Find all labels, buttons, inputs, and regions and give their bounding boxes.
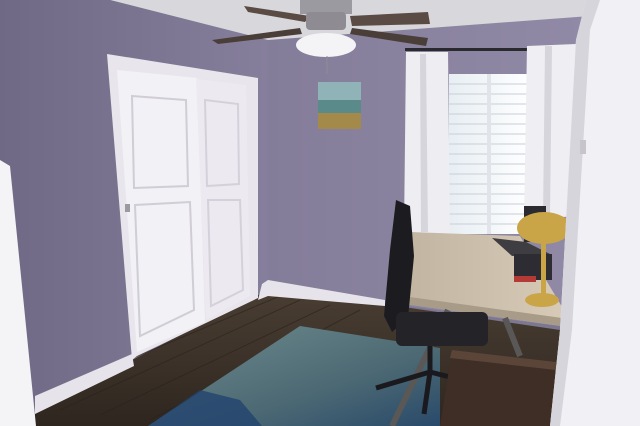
- fan-body: [306, 12, 346, 30]
- foreground-door-hinge: [580, 140, 586, 154]
- painting-field: [318, 113, 361, 129]
- painting-sky: [318, 82, 361, 100]
- window-frame-mid: [487, 74, 491, 234]
- door-handle: [125, 204, 130, 212]
- fan-light: [296, 33, 356, 57]
- lamp-stem: [541, 238, 546, 296]
- bedroom-office-photo: [0, 0, 640, 426]
- book-red: [514, 276, 536, 282]
- chair-seat: [396, 312, 488, 346]
- room-illustration: [0, 0, 640, 426]
- lamp-base: [525, 293, 559, 307]
- fan-mount: [300, 0, 352, 14]
